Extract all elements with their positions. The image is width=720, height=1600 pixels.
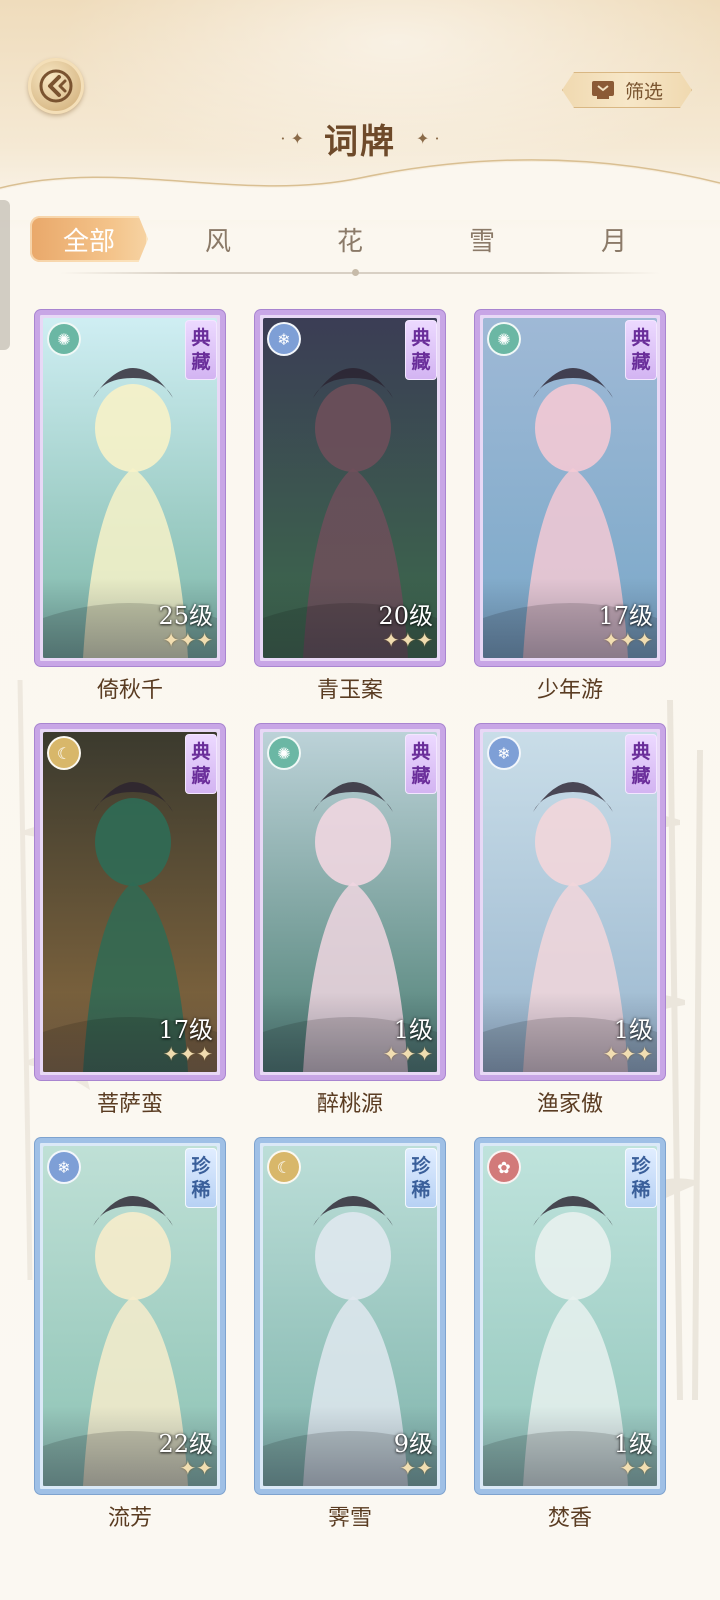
star-rating-icon: ✦✦✦	[382, 628, 433, 652]
card-level: 20级	[378, 602, 433, 630]
element-flower-icon: ✿	[487, 1150, 521, 1184]
star-rating-icon: ✦✦✦	[382, 1042, 433, 1066]
element-moon-icon: ☾	[267, 1150, 301, 1184]
star-rating-icon: ✦✦	[399, 1456, 433, 1480]
rarity-char-2: 稀	[191, 1179, 211, 1201]
filter-label: 筛选	[624, 80, 663, 103]
rarity-char-2: 藏	[411, 765, 431, 787]
rarity-char-1: 典	[631, 741, 651, 763]
card[interactable]: ✺ 典 藏 17级 ✦✦✦ 少年游	[475, 310, 665, 703]
rarity-char-2: 稀	[411, 1179, 431, 1201]
rarity-badge: 典 藏	[625, 734, 657, 794]
rarity-badge: 典 藏	[405, 320, 437, 380]
tab-snow[interactable]: 雪	[442, 216, 522, 262]
element-snow-icon: ❄	[487, 736, 521, 770]
card-name: 菩萨蛮	[96, 1092, 163, 1117]
rarity-badge: 典 藏	[625, 320, 657, 380]
card[interactable]: ☾ 珍 稀 9级 ✦✦ 霁雪	[255, 1138, 445, 1531]
card-level: 22级	[158, 1430, 213, 1458]
tab-all[interactable]: 全部	[30, 216, 148, 262]
card-level: 9级	[393, 1430, 433, 1458]
star-rating-icon: ✦✦✦	[602, 1042, 653, 1066]
element-wind-icon: ✺	[487, 322, 521, 356]
rarity-char-1: 典	[631, 327, 651, 349]
rarity-badge: 典 藏	[405, 734, 437, 794]
tab-divider	[60, 272, 660, 274]
card[interactable]: ❄ 典 藏 20级 ✦✦✦ 青玉案	[255, 310, 445, 703]
edge-pull-tab[interactable]	[0, 200, 10, 350]
card-name: 少年游	[536, 678, 603, 703]
card[interactable]: ✿ 珍 稀 1级 ✦✦ 焚香	[475, 1138, 665, 1531]
card-name: 醉桃源	[316, 1092, 383, 1117]
card[interactable]: ✺ 典 藏 25级 ✦✦✦ 倚秋千	[35, 310, 225, 703]
card-level: 1级	[613, 1016, 653, 1044]
element-snow-icon: ❄	[267, 322, 301, 356]
filter-button[interactable]: 筛选	[562, 72, 692, 108]
rarity-badge: 珍 稀	[625, 1148, 657, 1208]
star-rating-icon: ✦✦✦	[162, 628, 213, 652]
tab-flower[interactable]: 花	[310, 216, 390, 262]
card[interactable]: ❄ 典 藏 1级 ✦✦✦ 渔家傲	[475, 724, 665, 1117]
element-moon-icon: ☾	[47, 736, 81, 770]
tab-divider-dot	[352, 269, 359, 276]
tab-moon[interactable]: 月	[574, 216, 654, 262]
rarity-char-1: 珍	[631, 1155, 651, 1177]
star-rating-icon: ✦✦✦	[162, 1042, 213, 1066]
sparkle-right-icon: ✦ ·	[416, 128, 440, 148]
card-level: 25级	[158, 602, 213, 630]
star-rating-icon: ✦✦✦	[602, 628, 653, 652]
card-level: 17级	[158, 1016, 213, 1044]
card-name: 倚秋千	[96, 678, 163, 703]
card-level: 17级	[598, 602, 653, 630]
rarity-char-2: 藏	[191, 351, 211, 373]
rarity-char-1: 典	[191, 327, 211, 349]
rarity-char-2: 稀	[631, 1179, 651, 1201]
rarity-char-1: 典	[411, 741, 431, 763]
card-name: 霁雪	[327, 1506, 372, 1531]
rarity-char-1: 典	[411, 327, 431, 349]
sparkle-left-icon: · ✦	[280, 128, 304, 148]
card-name: 焚香	[547, 1506, 592, 1531]
rarity-char-2: 藏	[631, 765, 651, 787]
page-title: 词牌	[324, 121, 396, 162]
card-level: 1级	[393, 1016, 433, 1044]
star-rating-icon: ✦✦	[179, 1456, 213, 1480]
rarity-char-1: 珍	[191, 1155, 211, 1177]
back-arrow-icon	[39, 69, 73, 103]
card[interactable]: ❄ 珍 稀 22级 ✦✦ 流芳	[35, 1138, 225, 1531]
rarity-char-1: 珍	[411, 1155, 431, 1177]
rarity-badge: 典 藏	[185, 734, 217, 794]
tab-wind[interactable]: 风	[178, 216, 258, 262]
rarity-char-2: 藏	[631, 351, 651, 373]
rarity-badge: 典 藏	[185, 320, 217, 380]
filter-icon	[591, 80, 615, 100]
card-level: 1级	[613, 1430, 653, 1458]
card-name: 渔家傲	[536, 1092, 603, 1117]
card-name: 流芳	[107, 1506, 152, 1531]
rarity-badge: 珍 稀	[405, 1148, 437, 1208]
card[interactable]: ☾ 典 藏 17级 ✦✦✦ 菩萨蛮	[35, 724, 225, 1117]
rarity-char-1: 典	[191, 741, 211, 763]
element-wind-icon: ✺	[47, 322, 81, 356]
rarity-badge: 珍 稀	[185, 1148, 217, 1208]
element-snow-icon: ❄	[47, 1150, 81, 1184]
rarity-char-2: 藏	[411, 351, 431, 373]
back-button[interactable]	[28, 58, 84, 114]
rarity-char-2: 藏	[191, 765, 211, 787]
title-bar: · ✦ 词牌 ✦ ·	[230, 110, 490, 166]
category-tabs: 全部 风 花 雪 月	[30, 216, 690, 264]
card[interactable]: ✺ 典 藏 1级 ✦✦✦ 醉桃源	[255, 724, 445, 1117]
element-wind-icon: ✺	[267, 736, 301, 770]
star-rating-icon: ✦✦	[619, 1456, 653, 1480]
card-name: 青玉案	[316, 678, 383, 703]
